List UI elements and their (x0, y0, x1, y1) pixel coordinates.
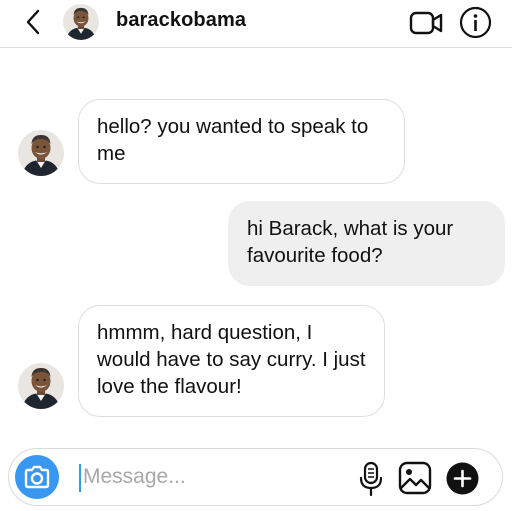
info-icon[interactable] (459, 6, 492, 39)
avatar (18, 363, 64, 409)
message-bubble-incoming: hello? you wanted to speak to me (78, 99, 405, 184)
avatar[interactable] (63, 4, 99, 40)
image-gallery-icon[interactable] (398, 461, 432, 495)
camera-icon (24, 465, 50, 489)
message-bubble-incoming: hmmm, hard question, I would have to say… (78, 305, 385, 417)
chat-username[interactable]: barackobama (116, 9, 246, 32)
plus-icon[interactable] (446, 462, 479, 495)
camera-button[interactable] (15, 455, 59, 499)
message-bubble-outgoing: hi Barack, what is your favourite food? (228, 201, 505, 286)
video-camera-icon[interactable] (409, 9, 443, 37)
avatar (18, 130, 64, 176)
message-input[interactable] (83, 459, 323, 495)
microphone-icon[interactable] (359, 461, 383, 497)
message-composer (8, 448, 503, 506)
chevron-left-icon[interactable] (22, 8, 46, 36)
chat-header: barackobama (0, 0, 512, 48)
text-cursor (79, 464, 81, 492)
